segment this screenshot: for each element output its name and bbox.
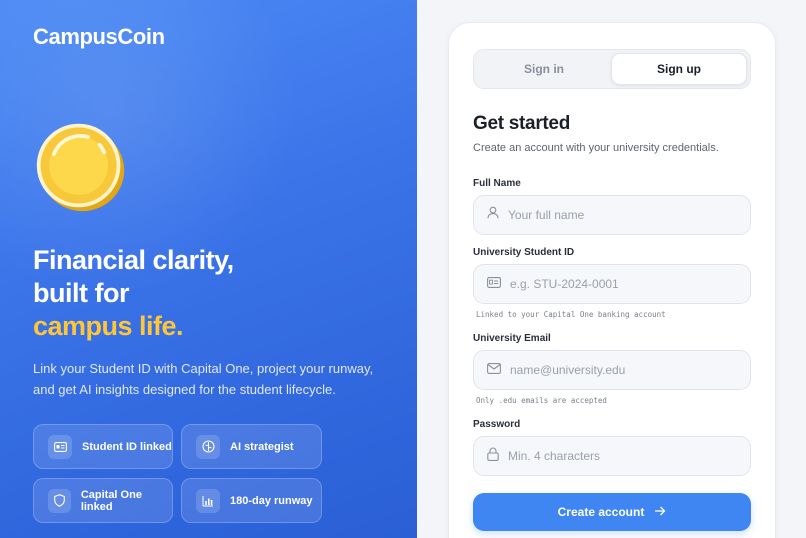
hero-headline: Financial clarity, built for campus life… (33, 244, 234, 343)
arrow-right-icon (654, 505, 666, 519)
chip-label: 180-day runway (230, 494, 313, 507)
form-title: Get started (473, 113, 571, 134)
email-hint: Only .edu emails are accepted (476, 396, 607, 405)
email-label: University Email (473, 333, 551, 344)
create-account-label: Create account (557, 505, 645, 519)
hero-panel: CampusCoin Financial clarity, built for … (0, 0, 417, 538)
auth-card: Sign in Sign up Get started Create an ac… (448, 22, 776, 538)
full-name-label: Full Name (473, 178, 521, 189)
feature-chip-ai-strategist: AI strategist (181, 424, 322, 469)
headline-line-1: Financial clarity, (33, 245, 234, 275)
auth-area: Sign in Sign up Get started Create an ac… (417, 0, 806, 538)
brain-icon (196, 434, 220, 459)
chip-label: AI strategist (230, 440, 294, 453)
form-subtitle: Create an account with your university c… (473, 142, 719, 154)
email-input[interactable] (510, 363, 740, 377)
student-id-hint: Linked to your Capital One banking accou… (476, 310, 666, 319)
student-id-field[interactable] (473, 264, 751, 304)
create-account-button[interactable]: Create account (473, 493, 751, 531)
coin-icon (36, 123, 125, 212)
headline-line-2: built for (33, 278, 129, 308)
shield-icon (48, 488, 71, 513)
user-icon (487, 206, 499, 224)
id-card-icon (487, 275, 501, 293)
email-field[interactable] (473, 350, 751, 390)
hero-description: Link your Student ID with Capital One, p… (33, 361, 374, 397)
feature-chip-student-id: Student ID linked (33, 424, 173, 469)
feature-chip-capital-one: Capital One linked (33, 478, 173, 523)
tab-sign-up[interactable]: Sign up (611, 53, 747, 85)
headline-accent: campus life. (33, 311, 184, 341)
tab-sign-in[interactable]: Sign in (477, 53, 611, 85)
brand-logo[interactable]: CampusCoin (33, 24, 165, 50)
password-input[interactable] (508, 449, 738, 463)
lock-icon (487, 447, 499, 466)
full-name-input[interactable] (508, 208, 738, 222)
password-label: Password (473, 419, 521, 430)
full-name-field[interactable] (473, 195, 751, 235)
bar-chart-icon (196, 488, 220, 513)
feature-chip-runway: 180-day runway (181, 478, 322, 523)
chip-label: Student ID linked (82, 440, 172, 453)
mail-icon (487, 361, 501, 379)
id-card-icon (48, 434, 72, 459)
auth-tabs: Sign in Sign up (473, 49, 751, 89)
student-id-label: University Student ID (473, 247, 575, 258)
student-id-input[interactable] (510, 277, 740, 291)
password-field[interactable] (473, 436, 751, 476)
chip-label: Capital One linked (80, 488, 142, 513)
